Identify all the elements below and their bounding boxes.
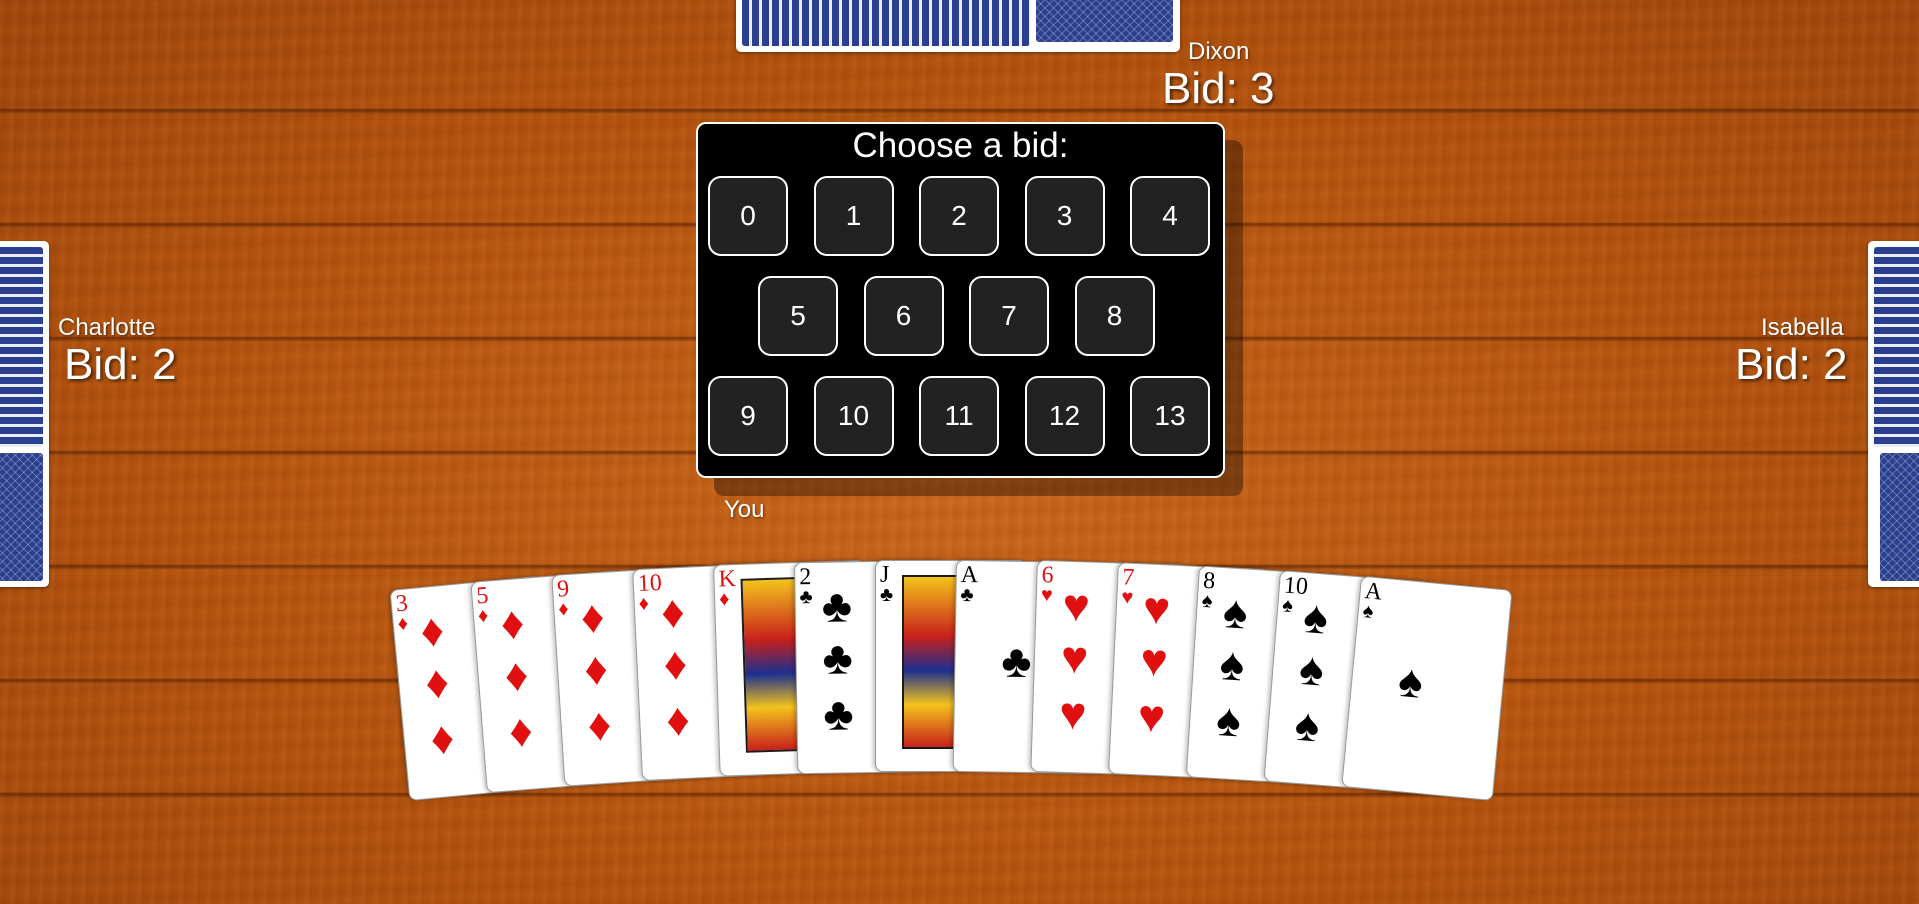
bid-option-13[interactable]: 13: [1130, 376, 1210, 456]
card-pip-icon: ♠: [1218, 637, 1247, 691]
card-suit-icon: ♣: [960, 583, 974, 607]
card-pip-icon: ♦: [582, 641, 610, 696]
card-back: [0, 453, 43, 581]
card-pip-icon: ♠: [1293, 697, 1322, 752]
dixon-hand: [736, 0, 1180, 52]
card-pip-icon: ♦: [507, 703, 535, 758]
card-pip-icon: ♥: [1058, 686, 1088, 740]
card-pip-icon: ♠: [1214, 692, 1243, 747]
bid-option-3[interactable]: 3: [1024, 176, 1105, 256]
bid-panel-title: Choose a bid:: [852, 126, 1069, 165]
card-suit-icon: ♦: [557, 598, 570, 621]
card-suit-icon: ♦: [396, 612, 409, 636]
player-bid-isabella: Bid: 2: [1735, 340, 1848, 389]
card-suit-icon: ♣: [880, 584, 894, 606]
face-card-art: [902, 575, 958, 749]
bid-option-10[interactable]: 10: [813, 376, 894, 456]
card-pip-icon: ♦: [498, 595, 527, 650]
bid-option-5[interactable]: 5: [758, 276, 838, 356]
card-pip-icon: ♦: [428, 710, 457, 765]
card-pip-icon: ♣: [822, 631, 854, 684]
bid-option-11[interactable]: 11: [919, 376, 999, 456]
card-pip-icon: ♦: [579, 589, 606, 644]
bid-panel: Choose a bid: 0 1 2 3 4 5 6 7 8 9 10 11 12 13: [696, 122, 1225, 478]
card-pip-icon: ♠: [1301, 590, 1331, 644]
card-pip-icon: ♠: [1297, 641, 1326, 696]
bid-option-7[interactable]: 7: [969, 276, 1049, 356]
card-suit-icon: ♠: [1361, 600, 1375, 623]
card-pip-icon: ♦: [418, 603, 447, 658]
player-name-you: You: [724, 496, 765, 523]
bid-option-12[interactable]: 12: [1024, 376, 1105, 456]
card-suit-icon: ♥: [1040, 584, 1054, 607]
card-pip-icon: ♦: [665, 692, 691, 746]
card-pip-icon: ♦: [586, 697, 613, 751]
card-pip-icon: ♥: [1061, 578, 1091, 632]
bid-option-2[interactable]: 2: [919, 176, 999, 256]
card-backs: [0, 247, 43, 447]
card-pip-icon: ♥: [1136, 689, 1167, 743]
isabella-hand: [1868, 241, 1919, 587]
card-pip-icon: ♦: [662, 636, 689, 690]
card-back: [1036, 0, 1173, 42]
card-pip-icon: ♣: [822, 687, 854, 740]
player-name-charlotte: Charlotte: [58, 314, 156, 341]
bid-option-9[interactable]: 9: [708, 376, 788, 456]
card-pip-icon: ♥: [1139, 633, 1169, 687]
card-suit-icon: ♦: [477, 604, 490, 628]
player-name-dixon: Dixon: [1188, 38, 1250, 65]
card-suit-icon: ♦: [638, 592, 650, 615]
bid-option-4[interactable]: 4: [1130, 176, 1210, 256]
card-suit-icon: ♠: [1201, 589, 1214, 613]
card-suit-icon: ♦: [718, 588, 730, 611]
player-name-isabella: Isabella: [1761, 314, 1844, 341]
player-bid-charlotte: Bid: 2: [64, 340, 177, 389]
charlotte-hand: [0, 241, 49, 587]
card-back: [1880, 453, 1919, 581]
card-pip-icon: ♣: [821, 579, 853, 632]
card-pip-icon: ♥: [1060, 630, 1090, 684]
bid-option-8[interactable]: 8: [1074, 276, 1155, 356]
card-suit-icon: ♣: [799, 585, 813, 609]
card-backs: [1874, 247, 1919, 447]
face-card-art: [740, 577, 802, 753]
card-pip-icon: ♣: [1001, 634, 1033, 688]
card-suit-icon: ♠: [1281, 594, 1294, 618]
card-backs: [742, 0, 1030, 46]
bid-option-6[interactable]: 6: [863, 276, 944, 356]
player-bid-dixon: Bid: 3: [1162, 64, 1275, 113]
card-pip-icon: ♦: [659, 584, 686, 638]
bid-option-1[interactable]: 1: [813, 176, 894, 256]
bid-option-0[interactable]: 0: [708, 176, 788, 256]
card-pip-icon: ♠: [1396, 653, 1426, 708]
card-pip-icon: ♠: [1221, 585, 1250, 639]
card-pip-icon: ♦: [422, 654, 452, 709]
card-suit-icon: ♥: [1120, 586, 1134, 609]
card-pip-icon: ♦: [502, 647, 531, 702]
card-pip-icon: ♥: [1141, 581, 1172, 635]
hand-card[interactable]: A ♠ ♠: [1341, 575, 1513, 802]
